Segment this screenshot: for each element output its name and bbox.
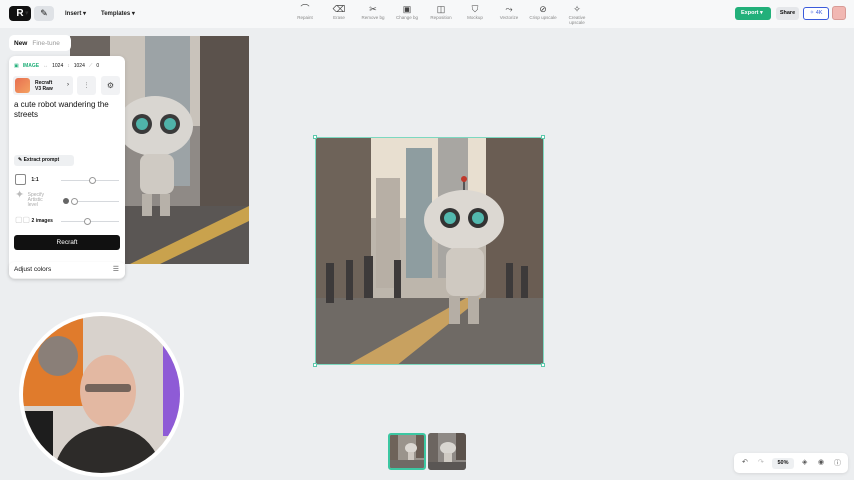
prompt-text[interactable]: a cute robot wandering the streets: [14, 100, 122, 120]
settings-sliders-icon[interactable]: ⫶: [77, 76, 96, 95]
help-icon[interactable]: ⓘ: [834, 458, 841, 468]
thumbnail-previous[interactable]: [428, 433, 466, 470]
tool-vectorize[interactable]: ⤳ Vectorize: [494, 4, 524, 25]
upscale-icon: ⊘: [539, 4, 547, 14]
eraser-icon: ⌫: [332, 4, 346, 14]
tab-new[interactable]: New: [14, 40, 27, 47]
tool-repaint[interactable]: ⌒ Repaint: [290, 4, 320, 25]
image-count-label: 2 images: [31, 218, 53, 224]
variant-value[interactable]: 0: [96, 63, 99, 69]
image-count-row[interactable]: ▢▢ 2 images: [15, 215, 53, 224]
tool-remove-bg[interactable]: ✂ Remove bg: [358, 4, 388, 25]
redo-icon[interactable]: ↷: [758, 458, 764, 466]
image-swap-icon: ▣: [402, 4, 412, 14]
zoom-level[interactable]: 50%: [772, 458, 794, 469]
generation-panel: ▣ IMAGE ↔ 1024 ↕ 1024 ⟋ 0 Recraft V3 Raw …: [9, 56, 125, 279]
style-presets-icon[interactable]: ⚙: [101, 76, 120, 95]
scissors-icon: ✂: [369, 4, 377, 14]
tool-mockup[interactable]: ⛉ Mockup: [460, 4, 490, 25]
sliders-icon: ☰: [112, 266, 119, 273]
share-button[interactable]: Share: [776, 7, 799, 20]
pen-tool-icon[interactable]: ✎: [34, 6, 54, 21]
ratio-value: 1:1: [31, 176, 39, 183]
tool-erase[interactable]: ⌫ Erase: [324, 4, 354, 25]
canvas-image-selected[interactable]: [315, 137, 544, 365]
recraft-button[interactable]: Recraft: [14, 235, 120, 250]
image-type-icon: ▣: [14, 63, 19, 69]
sparkle-icon: ✦: [15, 189, 25, 201]
image-type-label: IMAGE: [22, 63, 40, 69]
extract-prompt-button[interactable]: ✎ Extract prompt: [14, 155, 74, 166]
artistic-slider[interactable]: [71, 201, 119, 202]
model-name: Recraft V3 Raw: [35, 80, 53, 92]
model-selector[interactable]: Recraft V3 Raw ›: [13, 76, 73, 95]
reposition-icon: ◫: [436, 4, 446, 14]
community-icon[interactable]: ◉: [818, 458, 824, 466]
resize-handle-tl[interactable]: [313, 135, 317, 139]
presenter-video: [23, 316, 180, 473]
vector-icon: ⤳: [505, 4, 513, 14]
tool-crisp-upscale[interactable]: ⊘ Crisp upscale: [528, 4, 558, 25]
tool-creative-upscale[interactable]: ✧ Creative upscale: [562, 4, 592, 25]
webcam-overlay: [19, 312, 184, 477]
variant-icon: ⟋: [88, 63, 93, 69]
templates-menu[interactable]: Templates ▾: [101, 10, 135, 17]
image-tools: ⌒ Repaint ⌫ Erase ✂ Remove bg ▣ Change bg ◫ R…: [290, 4, 592, 25]
quality-4k-button[interactable]: ✧ 4K: [803, 7, 829, 20]
tool-reposition[interactable]: ◫ Reposition: [426, 4, 456, 25]
width-icon: ↔: [43, 63, 49, 69]
adjust-colors-button[interactable]: Adjust colors ☰: [9, 262, 125, 278]
canvas-controls: ↶ ↷ 50% ◈ ◉ ⓘ: [734, 453, 848, 473]
resize-handle-tr[interactable]: [541, 135, 545, 139]
resize-handle-br[interactable]: [541, 363, 545, 367]
layers-icon[interactable]: ◈: [802, 458, 807, 466]
export-button[interactable]: Export ▾: [735, 7, 771, 20]
count-slider-knob[interactable]: [84, 218, 91, 225]
chevron-down-icon[interactable]: ▾: [25, 9, 29, 17]
height-value[interactable]: 1024: [74, 63, 85, 69]
artistic-slider-knob[interactable]: [71, 198, 78, 205]
width-value[interactable]: 1024: [52, 63, 63, 69]
tab-fine-tune[interactable]: Fine-tune: [32, 40, 59, 47]
shirt-icon: ⛉: [471, 4, 479, 14]
chevron-right-icon: ›: [67, 82, 69, 88]
height-icon: ↕: [67, 63, 70, 69]
ratio-row[interactable]: 1:1: [15, 174, 39, 185]
insert-menu[interactable]: Insert ▾: [65, 10, 86, 17]
info-icon[interactable]: [63, 198, 69, 204]
user-avatar[interactable]: [832, 6, 846, 20]
creative-upscale-icon: ✧: [573, 4, 581, 14]
model-thumbnail: [15, 78, 30, 93]
tool-change-bg[interactable]: ▣ Change bg: [392, 4, 422, 25]
thumbnail-selected[interactable]: [388, 433, 426, 470]
lasso-icon: ⌒: [300, 4, 310, 14]
mode-tabs: New Fine-tune: [9, 35, 71, 51]
top-toolbar: R ▾ ✎ Insert ▾ Templates ▾ ⌒ Repaint ⌫ Era…: [0, 0, 854, 28]
ratio-slider-knob[interactable]: [89, 177, 96, 184]
images-icon: ▢▢: [15, 215, 31, 224]
image-info-row: ▣ IMAGE ↔ 1024 ↕ 1024 ⟋ 0: [14, 63, 99, 69]
undo-icon[interactable]: ↶: [742, 458, 748, 466]
artistic-level-row[interactable]: ✦ Specify Artistic level: [15, 190, 44, 208]
aspect-ratio-icon: [15, 174, 26, 185]
resize-handle-bl[interactable]: [313, 363, 317, 367]
